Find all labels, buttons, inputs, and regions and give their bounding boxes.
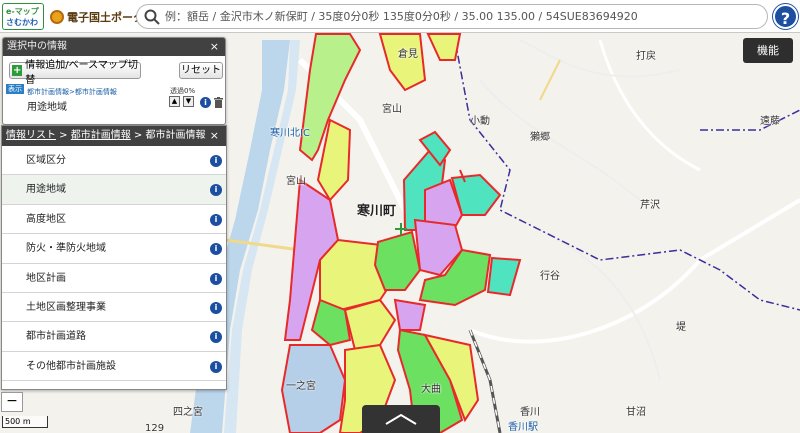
selected-panel-title: 選択中の情報 (7, 41, 67, 52)
list-item-planned-roads[interactable]: 都市計画道路 i (2, 322, 226, 352)
search-icon[interactable] (143, 8, 161, 26)
list-item-area-division[interactable]: 区域区分 i (2, 146, 226, 176)
map-label-miyayama: 宮山 (382, 104, 402, 115)
list-item-label: 区域区分 (26, 155, 66, 166)
map-label-kotou: 小動 (470, 116, 490, 127)
list-breadcrumb: 情報リスト > 都市計画情報 > 都市計画情報 × (2, 126, 226, 146)
list-item-label: 都市計画道路 (26, 331, 86, 343)
map-label-tsutsumi: 堤 (676, 322, 686, 333)
logo-line-1: e-マップ (6, 7, 39, 16)
info-icon[interactable]: i (210, 213, 222, 226)
info-icon[interactable]: i (210, 243, 222, 256)
close-icon[interactable]: × (210, 126, 219, 146)
search-box (136, 4, 768, 29)
list-item-label: 地区計画 (26, 272, 66, 284)
info-icon[interactable]: i (200, 97, 211, 108)
zoom-out-button[interactable]: − (1, 392, 23, 412)
list-item-label: 用途地域 (26, 184, 66, 196)
info-icon[interactable]: i (210, 331, 222, 344)
list-item-height-district[interactable]: 高度地区 i (2, 205, 226, 235)
list-item-label: 高度地区 (26, 213, 66, 225)
list-item-label: 防火・準防火地域 (26, 243, 106, 255)
map-label-amanuma: 甘沼 (626, 407, 646, 418)
help-button[interactable]: ? (773, 4, 798, 29)
list-item-use-district[interactable]: 用途地域 i (2, 175, 226, 205)
map-label-kagawa: 香川 (520, 407, 540, 418)
opacity-label: 透過0% (170, 87, 196, 95)
logo-line-2: さむかわ (6, 18, 38, 27)
map-label-kurami: 倉見 (398, 49, 418, 60)
emap-logo[interactable]: e-マップ さむかわ (2, 3, 44, 30)
layer-path: 都市計画情報>都市計画情報 (27, 88, 117, 96)
map-label-endou: 遠藤 (760, 116, 780, 127)
info-list-panel: 情報リスト > 都市計画情報 > 都市計画情報 × 区域区分 i 用途地域 i … (1, 125, 227, 390)
selected-info-panel: 選択中の情報 × + 情報追加/ベースマップ切替 リセット 表示 都市計画情報>… (2, 37, 226, 125)
plus-icon: + (12, 65, 23, 76)
portal-logo-icon (50, 9, 64, 24)
info-icon[interactable]: i (210, 272, 222, 285)
selected-panel-header: 選択中の情報 × (3, 38, 225, 56)
list-item-label: 土地区画整理事業 (26, 301, 106, 313)
map-label-oobuchi: 大曲 (421, 384, 441, 395)
info-icon[interactable]: i (210, 184, 222, 197)
top-bar: e-マップ さむかわ 電子国土ポータル ? (0, 0, 800, 33)
info-icon[interactable]: i (210, 155, 222, 167)
expand-panel-button[interactable] (362, 405, 440, 433)
map-label-miyayama-2: 宮山 (286, 176, 306, 187)
chevron-up-icon (385, 413, 417, 425)
list-item-land-readjustment[interactable]: 土地区画整理事業 i (2, 293, 226, 323)
map-label-serizawa: 芹沢 (640, 200, 660, 211)
map-label-gyoya: 行谷 (540, 271, 560, 282)
breadcrumb-city-planning[interactable]: 都市計画情報 (71, 130, 131, 141)
list-item-district-plan[interactable]: 地区計画 i (2, 264, 226, 293)
map-label-segou: 獺郷 (530, 132, 550, 143)
move-up-button[interactable]: ▲ (169, 96, 180, 107)
features-button[interactable]: 機能 (743, 38, 793, 63)
map-label-samukawa-ic: 寒川北IC (270, 128, 310, 139)
breadcrumb-current: 都市計画情報 (145, 130, 206, 141)
info-icon[interactable]: i (210, 360, 222, 373)
trash-icon[interactable] (214, 97, 223, 108)
info-icon[interactable]: i (210, 301, 222, 314)
map-label-kagawa-station: 香川駅 (508, 422, 538, 433)
map-label-shinomiya: 四之宮 (173, 407, 203, 418)
breadcrumb-separator: > (56, 130, 71, 141)
list-item-other-facilities[interactable]: その他都市計画施設 i (2, 352, 226, 382)
move-down-button[interactable]: ▼ (183, 96, 194, 107)
breadcrumb-separator: > (130, 130, 146, 141)
map-label-samukawa: 寒川町 (357, 204, 397, 219)
map-label-ichinomiya: 一之宮 (286, 381, 316, 392)
search-input[interactable] (165, 10, 755, 23)
add-info-basemap-label: 情報追加/ベースマップ切替 (25, 59, 138, 86)
add-info-basemap-button[interactable]: + 情報追加/ベースマップ切替 (9, 60, 141, 86)
zone-polygon (393, 298, 427, 331)
breadcrumb-info-list[interactable]: 情報リスト (6, 130, 56, 141)
close-icon[interactable]: × (210, 38, 219, 56)
list-item-label: その他都市計画施設 (26, 360, 116, 372)
scale-bar: 500 m (2, 416, 48, 428)
layer-name: 用途地域 (27, 102, 67, 113)
list-item-fire-prevention[interactable]: 防火・準防火地域 i (2, 234, 226, 264)
reset-button[interactable]: リセット (179, 62, 223, 79)
map-label-route: 129 (145, 423, 165, 433)
map-label-dachido: 打戻 (636, 51, 656, 62)
show-badge[interactable]: 表示 (6, 84, 24, 94)
